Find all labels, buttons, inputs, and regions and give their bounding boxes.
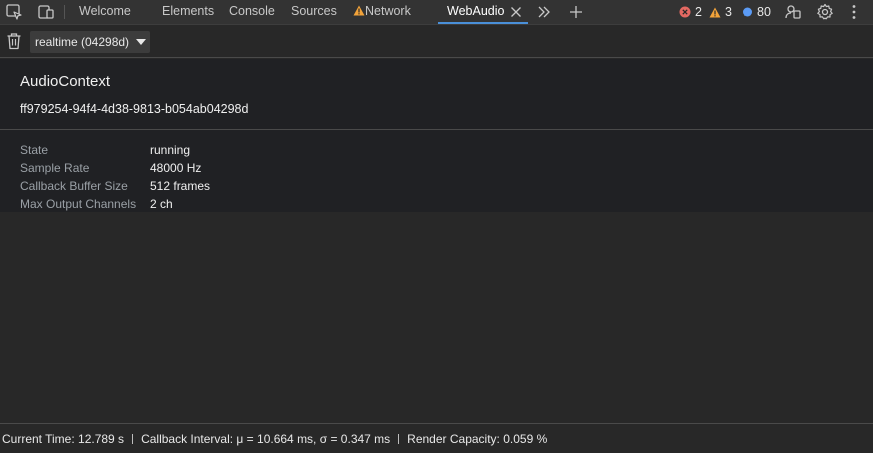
- property-row: Callback Buffer Size 512 frames: [20, 179, 210, 197]
- context-title: AudioContext: [20, 73, 111, 90]
- property-key: Max Output Channels: [20, 197, 137, 211]
- message-icon: [743, 7, 752, 16]
- chevron-double-right-icon[interactable]: [534, 2, 554, 22]
- context-id: ff979254-94f4-4d38-9813-b054ab04298d: [20, 102, 249, 116]
- error-icon: [679, 6, 691, 18]
- context-select-value: realtime (04298d): [35, 35, 130, 49]
- gear-icon[interactable]: [815, 2, 835, 22]
- warning-icon: [709, 7, 721, 17]
- property-value: 2 ch: [150, 197, 173, 211]
- separator: [132, 433, 134, 444]
- chevron-down-icon: [136, 39, 146, 45]
- status-bar: Current Time: 12.789 s Callback Interval…: [0, 423, 873, 453]
- trash-icon[interactable]: [4, 31, 24, 51]
- inspect-element-icon[interactable]: [4, 2, 24, 22]
- tab-network-label: Network: [365, 4, 411, 18]
- kebab-menu-icon[interactable]: [844, 2, 864, 22]
- webaudio-toolbar: realtime (04298d): [0, 25, 873, 58]
- separator: [398, 433, 400, 444]
- error-count: 2: [695, 5, 702, 19]
- customize-icon[interactable]: [783, 2, 803, 22]
- device-toolbar-icon[interactable]: [36, 2, 56, 22]
- close-icon[interactable]: [506, 2, 526, 22]
- property-value: running: [150, 143, 191, 157]
- property-row: State running: [20, 143, 210, 161]
- property-row: Max Output Channels 2 ch: [20, 197, 210, 215]
- error-counter[interactable]: 2: [679, 0, 702, 24]
- audio-context-panel: AudioContext ff979254-94f4-4d38-9813-b05…: [0, 59, 873, 212]
- toolbar-separator: [64, 5, 65, 19]
- property-key: State: [20, 143, 49, 157]
- property-key: Sample Rate: [20, 161, 90, 175]
- warning-counter[interactable]: 3: [709, 0, 732, 24]
- warning-icon: [353, 5, 365, 16]
- plus-icon[interactable]: [566, 2, 586, 22]
- property-key: Callback Buffer Size: [20, 179, 128, 193]
- property-value: 512 frames: [150, 179, 211, 193]
- render-capacity: Render Capacity: 0.059 %: [407, 431, 548, 446]
- tab-sources[interactable]: Sources: [291, 0, 337, 24]
- property-value: 48000 Hz: [150, 161, 202, 175]
- current-time: Current Time: 12.789 s: [2, 431, 125, 446]
- active-tab-indicator: [438, 22, 528, 24]
- tab-welcome[interactable]: Welcome: [79, 0, 131, 24]
- tab-network[interactable]: Network: [353, 0, 411, 24]
- callback-interval: Callback Interval: μ = 10.664 ms, σ = 0.…: [141, 431, 391, 446]
- context-select[interactable]: realtime (04298d): [30, 31, 150, 53]
- message-count: 80: [757, 5, 771, 19]
- tab-webaudio[interactable]: WebAudio: [447, 0, 504, 24]
- warning-count: 3: [725, 5, 732, 19]
- property-row: Sample Rate 48000 Hz: [20, 161, 210, 179]
- tab-elements[interactable]: Elements: [162, 0, 214, 24]
- divider: [0, 129, 873, 130]
- tab-console[interactable]: Console: [229, 0, 275, 24]
- devtools-tab-bar: Welcome Elements Console Sources Network…: [0, 0, 873, 25]
- message-counter[interactable]: 80: [742, 0, 771, 24]
- context-properties: State running Sample Rate 48000 Hz Callb…: [20, 143, 210, 215]
